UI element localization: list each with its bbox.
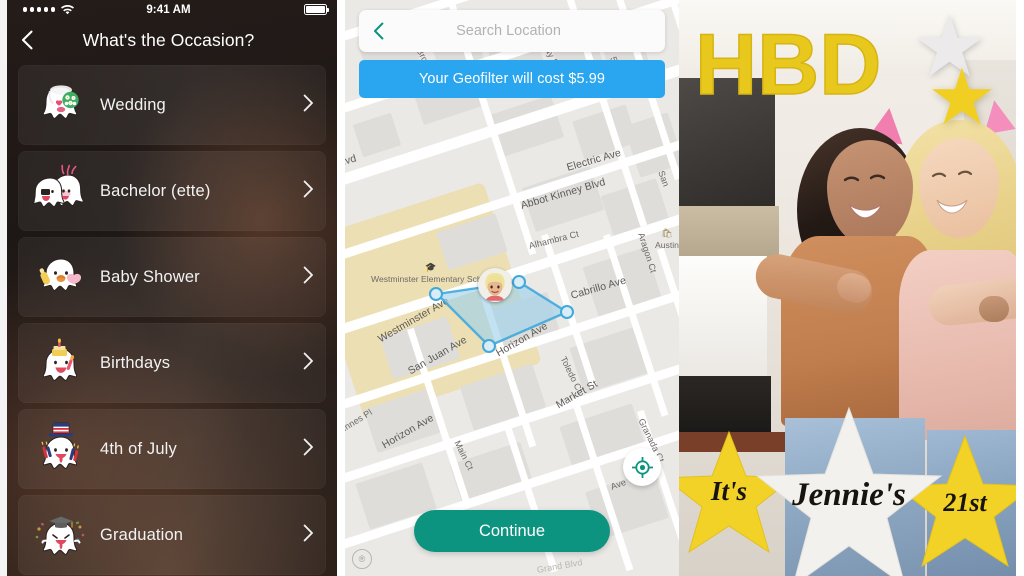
status-bar-time: 9:41 AM <box>146 3 191 16</box>
chevron-right-icon <box>303 352 314 375</box>
occasion-row-4th-of-july[interactable]: 4th of July <box>18 409 326 489</box>
ghost-bachelor-icon <box>32 162 90 220</box>
geofilter-preview-panel: HBD ★ ★ It's 21st Jennie's <box>679 0 1016 576</box>
geofence-handle-nw[interactable] <box>429 287 443 301</box>
street-label: Grand Blvd <box>536 557 584 575</box>
school-icon: 🎓 <box>425 262 437 272</box>
occasion-label: Birthdays <box>100 353 171 372</box>
status-bar-right <box>304 4 330 15</box>
occasion-label: 4th of July <box>100 439 177 458</box>
ghost-baby-shower-icon <box>32 248 90 306</box>
occasion-picker-panel: 9:41 AM What's the Occasion? Wedding Bac… <box>0 0 337 576</box>
occasion-label: Baby Shower <box>100 267 200 286</box>
search-location-bar[interactable]: Search Location <box>359 10 665 52</box>
back-button[interactable] <box>14 25 40 55</box>
chevron-right-icon <box>303 94 314 117</box>
status-bar: 9:41 AM <box>0 0 337 19</box>
map-back-button[interactable] <box>373 22 384 40</box>
map-location-panel: Broadway St Broadway St Westminster Blvd… <box>345 0 679 576</box>
street-label: San <box>656 169 672 189</box>
poi-label: Austin <box>655 239 679 250</box>
map-building <box>352 112 402 158</box>
person-right-hand <box>979 296 1009 322</box>
panel-divider <box>337 0 345 576</box>
crosshair-locate-icon <box>631 456 653 478</box>
chevron-left-icon <box>21 30 33 50</box>
street-label: lvd <box>345 152 358 168</box>
balloon-letters: HBD <box>694 17 882 113</box>
occasion-row-birthdays[interactable]: Birthdays <box>18 323 326 403</box>
navigation-bar: What's the Occasion? <box>0 19 337 61</box>
photo-lower-cabinet <box>679 256 767 378</box>
occasion-list: Wedding Bachelor (ette) Baby Shower Birt… <box>0 61 337 575</box>
locate-me-button[interactable] <box>623 448 661 486</box>
geofilter-star-center: Jennie's <box>753 406 945 576</box>
occasion-row-baby-shower[interactable]: Baby Shower <box>18 237 326 317</box>
chevron-right-icon <box>303 438 314 461</box>
photo-counter <box>679 206 779 258</box>
geofilter-text-3: 21st <box>943 488 987 517</box>
geofence-handle-ne[interactable] <box>512 275 526 289</box>
chevron-left-icon <box>374 22 384 40</box>
chevron-right-icon <box>303 524 314 547</box>
shop-icon: 🛍 <box>661 228 673 238</box>
chevron-right-icon <box>303 266 314 289</box>
occasion-row-wedding[interactable]: Wedding <box>18 65 326 145</box>
person-right-features <box>931 170 973 214</box>
occasion-label: Graduation <box>100 525 184 544</box>
person-left-features <box>843 174 886 219</box>
occasion-label: Wedding <box>100 95 166 114</box>
occasion-label: Bachelor (ette) <box>100 181 211 200</box>
map-attribution-icon: ® <box>352 549 372 569</box>
bitmoji-avatar[interactable] <box>478 268 512 302</box>
ghost-wedding-icon <box>32 76 90 134</box>
page-title: What's the Occasion? <box>82 29 255 50</box>
street-label: Alhambra Ct <box>527 228 580 251</box>
star-icon: ★ <box>927 53 997 141</box>
panel-left-edge <box>0 0 7 576</box>
occasion-row-graduation[interactable]: Graduation <box>18 495 326 575</box>
poi-austin: 🛍 Austin <box>645 228 679 250</box>
geofence-handle-se[interactable] <box>560 305 574 319</box>
battery-full-icon <box>304 4 330 15</box>
occasion-row-bachelor[interactable]: Bachelor (ette) <box>18 151 326 231</box>
ghost-birthday-icon <box>32 334 90 392</box>
geofilter-text-2: Jennie's <box>792 476 906 513</box>
three-panel-screenshot: 9:41 AM What's the Occasion? Wedding Bac… <box>0 0 1024 576</box>
ghost-july4-icon <box>32 420 90 478</box>
geofilter-cost-banner: Your Geofilter will cost $5.99 <box>359 60 665 98</box>
chevron-right-icon <box>303 180 314 203</box>
ghost-graduation-icon <box>32 506 90 564</box>
geofence-handle-sw[interactable] <box>482 339 496 353</box>
geofilter-text-1: It's <box>710 475 748 506</box>
search-input[interactable]: Search Location <box>384 23 633 39</box>
continue-button[interactable]: Continue <box>414 510 610 552</box>
